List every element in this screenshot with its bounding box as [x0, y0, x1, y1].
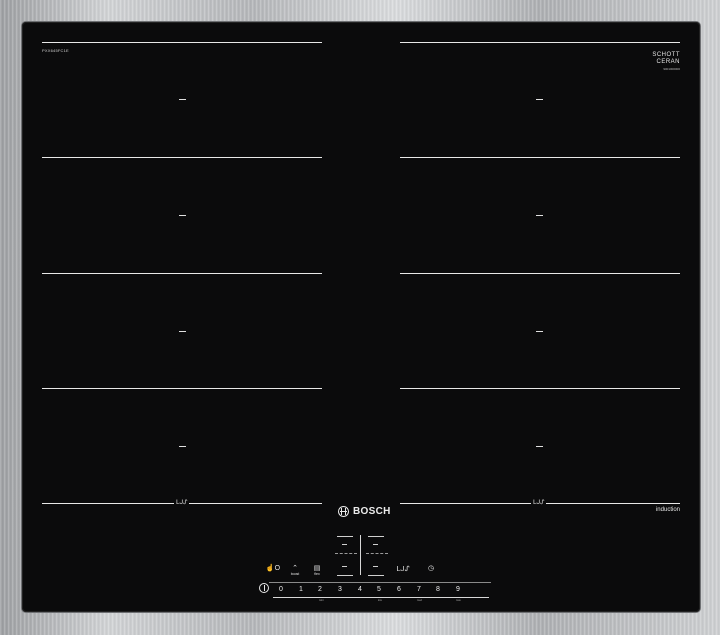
display-upper-left-top [337, 536, 353, 537]
zone-line-left-4 [42, 388, 322, 389]
bosch-logo-icon [338, 506, 349, 517]
flex-label: flex [314, 572, 320, 576]
zone-mark-left-3 [179, 331, 186, 332]
power-level-9[interactable]: 9 [453, 586, 463, 593]
induction-label: induction [655, 507, 680, 513]
flex-zone-left-icon: ᒪᒍᔑ [174, 500, 190, 506]
display-lower-right-bottom [368, 575, 384, 576]
zone-mark-left-1 [179, 99, 186, 100]
power-level-5[interactable]: 5 [374, 586, 384, 593]
zone-mark-left-4 [179, 446, 186, 447]
zone-line-right-4 [400, 388, 680, 389]
display-lower-right [373, 566, 378, 567]
flex-button[interactable]: ▤ flex [310, 565, 324, 576]
scale-label-med: med [417, 599, 422, 602]
zone-line-left-3 [42, 273, 322, 274]
power-level-8[interactable]: 8 [433, 586, 443, 593]
display-separator [360, 535, 361, 575]
power-slider[interactable]: 0 1 2 3 4 5 6 7 8 9 mini low med max [259, 582, 493, 602]
zone-line-right-2 [400, 157, 680, 158]
power-icon[interactable] [259, 583, 269, 593]
boost-icon: ⌃ [292, 565, 298, 572]
power-level-2[interactable]: 2 [315, 586, 325, 593]
power-level-6[interactable]: 6 [394, 586, 404, 593]
scale-label-low: low [378, 599, 382, 602]
display-divider-right [366, 553, 388, 554]
slider-bottom-line [273, 597, 489, 598]
power-level-0[interactable]: 0 [276, 586, 286, 593]
schott-sub: CERAN [656, 59, 680, 65]
schott-ceran-logo: SCHOTT CERAN 9001000000 [652, 52, 680, 73]
power-level-3[interactable]: 3 [335, 586, 345, 593]
slider-top-line [269, 582, 491, 583]
display-upper-left [342, 544, 347, 545]
zone-line-left-2 [42, 157, 322, 158]
power-level-7[interactable]: 7 [414, 586, 424, 593]
scale-label-max: max [456, 599, 461, 602]
timer-icon: ◷ [427, 565, 435, 572]
display-upper-right-top [368, 536, 384, 537]
model-code: PXX645FC1E [42, 48, 69, 53]
flex-combine-button[interactable]: ᒪᒍᔑ [394, 566, 412, 573]
flex-combine-icon: ᒪᒍᔑ [396, 566, 410, 573]
zone-mark-right-2 [536, 215, 543, 216]
display-lower-left-bottom [337, 575, 353, 576]
scale-label-mini: mini [319, 599, 324, 602]
cooktop-frame: PXX645FC1E SCHOTT CERAN 9001000000 ᒪᒍᔑ ᒪ… [0, 0, 720, 635]
display-upper-right [373, 544, 378, 545]
zone-line-right-3 [400, 273, 680, 274]
display-divider-left [335, 553, 357, 554]
zone-mark-right-3 [536, 331, 543, 332]
zone-line-right-1 [400, 42, 680, 43]
brand-name: BOSCH [353, 506, 391, 517]
boost-label: boost [290, 572, 300, 576]
zone-mark-right-1 [536, 99, 543, 100]
schott-brand: SCHOTT [652, 52, 680, 58]
flex-icon: ▤ [313, 565, 321, 572]
schott-code: 9001000000 [663, 67, 680, 71]
childlock-icon: ☝O [265, 565, 281, 572]
power-level-1[interactable]: 1 [296, 586, 306, 593]
flex-zone-right-icon: ᒪᒍᔑ [531, 500, 547, 506]
display-lower-left [342, 566, 347, 567]
zone-line-left-1 [42, 42, 322, 43]
timer-button[interactable]: ◷ [424, 565, 438, 572]
bosch-brand: BOSCH [338, 506, 391, 517]
boost-button[interactable]: ⌃ boost [288, 565, 302, 576]
childlock-button[interactable]: ☝O [264, 565, 282, 572]
zone-mark-left-2 [179, 215, 186, 216]
glass-surface: PXX645FC1E SCHOTT CERAN 9001000000 ᒪᒍᔑ ᒪ… [22, 22, 700, 612]
zone-mark-right-4 [536, 446, 543, 447]
power-level-4[interactable]: 4 [355, 586, 365, 593]
